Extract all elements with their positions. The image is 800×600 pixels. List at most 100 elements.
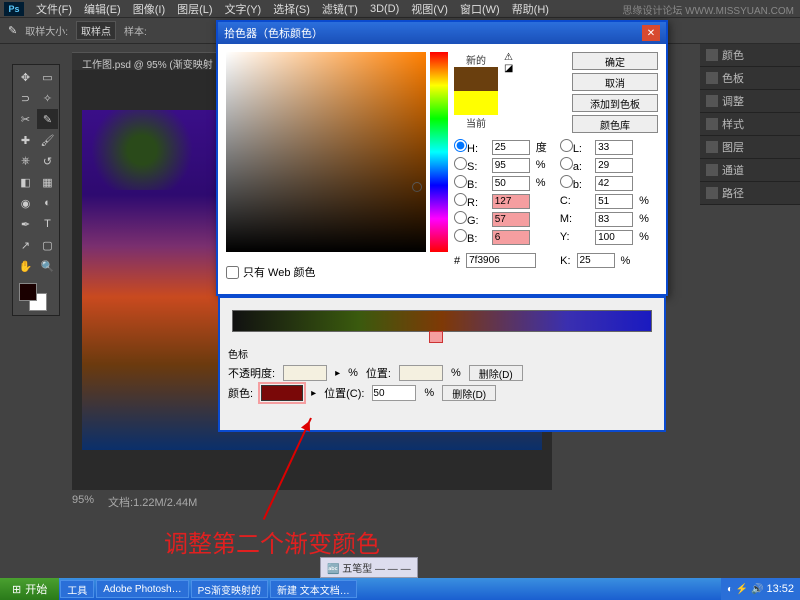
delete-button-1[interactable]: 删除(D)	[469, 365, 523, 381]
hex-input[interactable]	[466, 253, 536, 268]
gradient-bar[interactable]	[232, 310, 652, 332]
a-input[interactable]	[595, 158, 633, 173]
s-input[interactable]	[492, 158, 530, 173]
menu-filter[interactable]: 滤镜(T)	[316, 1, 364, 17]
cancel-button[interactable]: 取消	[572, 73, 658, 91]
start-button[interactable]: ⊞开始	[0, 578, 59, 600]
l-input[interactable]	[595, 140, 633, 155]
move-tool[interactable]: ✥	[15, 67, 36, 87]
wand-tool[interactable]: ✧	[37, 88, 58, 108]
m-input[interactable]	[595, 212, 633, 227]
menu-view[interactable]: 视图(V)	[405, 1, 454, 17]
ime-bar[interactable]: 🔤 五笔型 — — —	[320, 557, 418, 578]
history-tool[interactable]: ↺	[37, 151, 58, 171]
taskbar-item-2[interactable]: PS渐变映射的	[191, 580, 268, 598]
menu-select[interactable]: 选择(S)	[267, 1, 316, 17]
dodge-tool[interactable]: ◐	[37, 193, 58, 213]
current-label: 当前	[454, 115, 498, 130]
r-radio[interactable]: R:	[454, 193, 488, 209]
opacity-label: 不透明度:	[228, 365, 275, 381]
close-icon[interactable]: ✕	[642, 25, 660, 41]
swatches-icon	[706, 72, 718, 84]
eyedropper-icon: ✎	[8, 24, 17, 37]
lasso-tool[interactable]: ⊃	[15, 88, 36, 108]
hand-tool[interactable]: ✋	[15, 256, 36, 276]
eyedropper-tool[interactable]: ✎	[37, 109, 58, 129]
pos-label-2: 位置(C):	[324, 385, 364, 401]
color-preview	[454, 67, 498, 115]
r-input[interactable]	[492, 194, 530, 209]
s-radio[interactable]: S:	[454, 157, 488, 173]
adjust-icon	[706, 95, 718, 107]
heal-tool[interactable]: ✚	[15, 130, 36, 150]
lab-b-radio[interactable]: b:	[560, 175, 591, 191]
new-label: 新的	[454, 52, 498, 67]
panel-channels[interactable]: 通道	[700, 159, 800, 182]
stamp-tool[interactable]: ⎈	[15, 151, 36, 171]
color-values: H:度 L: S:% a: B:% b: R: C:% G: M:% B: Y:…	[454, 139, 658, 245]
g-input[interactable]	[492, 212, 530, 227]
panel-color[interactable]: 颜色	[700, 44, 800, 67]
pos-input-2[interactable]	[372, 385, 416, 401]
color-swatches[interactable]	[15, 279, 58, 313]
gradient-tool[interactable]: ▦	[37, 172, 58, 192]
menu-image[interactable]: 图像(I)	[127, 1, 171, 17]
y-input[interactable]	[595, 230, 633, 245]
panel-adjust[interactable]: 调整	[700, 90, 800, 113]
k-input[interactable]	[577, 253, 615, 268]
gradient-stop-2[interactable]	[429, 331, 443, 343]
panel-styles[interactable]: 样式	[700, 113, 800, 136]
crop-tool[interactable]: ✂	[15, 109, 36, 129]
panel-paths[interactable]: 路径	[700, 182, 800, 205]
menu-help[interactable]: 帮助(H)	[506, 1, 555, 17]
add-swatch-button[interactable]: 添加到色板	[572, 94, 658, 112]
dialog-title: 拾色器（色标颜色）	[224, 25, 323, 41]
ok-button[interactable]: 确定	[572, 52, 658, 70]
bl-input[interactable]	[492, 230, 530, 245]
zoom-tool[interactable]: 🔍	[37, 256, 58, 276]
b-radio[interactable]: B:	[454, 175, 488, 191]
bval-input[interactable]	[492, 176, 530, 191]
eraser-tool[interactable]: ◧	[15, 172, 36, 192]
path-tool[interactable]: ↗	[15, 235, 36, 255]
web-only-checkbox[interactable]: 只有 Web 颜色	[226, 264, 448, 280]
dialog-titlebar[interactable]: 拾色器（色标颜色） ✕	[218, 22, 666, 44]
doc-size: 文档:1.22M/2.44M	[108, 494, 197, 510]
color-field[interactable]	[226, 52, 426, 252]
lab-b-input[interactable]	[595, 176, 633, 191]
pen-tool[interactable]: ✒	[15, 214, 36, 234]
sample-size-combo[interactable]: 取样点	[76, 21, 116, 40]
h-radio[interactable]: H:	[454, 139, 488, 155]
delete-button-2[interactable]: 删除(D)	[442, 385, 496, 401]
type-tool[interactable]: T	[37, 214, 58, 234]
shape-tool[interactable]: ▢	[37, 235, 58, 255]
brush-tool[interactable]: 🖌	[37, 130, 58, 150]
system-tray[interactable]: ◐ ⚡ 🔊 13:52	[721, 578, 800, 600]
taskbar-item-3[interactable]: 新建 文本文档…	[270, 580, 357, 598]
opacity-input[interactable]	[283, 365, 327, 381]
a-radio[interactable]: a:	[560, 157, 591, 173]
l-radio[interactable]: L:	[560, 139, 591, 155]
menu-3d[interactable]: 3D(D)	[364, 3, 405, 15]
watermark: 思缘设计论坛 WWW.MISSYUAN.COM	[622, 2, 794, 17]
hue-slider[interactable]	[430, 52, 448, 252]
bl-radio[interactable]: B:	[454, 229, 488, 245]
marquee-tool[interactable]: ▭	[37, 67, 58, 87]
menu-layer[interactable]: 图层(L)	[171, 1, 218, 17]
color-lib-button[interactable]: 颜色库	[572, 115, 658, 133]
menu-window[interactable]: 窗口(W)	[454, 1, 506, 17]
menu-file[interactable]: 文件(F)	[30, 1, 78, 17]
panel-swatches[interactable]: 色板	[700, 67, 800, 90]
zoom-level[interactable]: 95%	[72, 494, 94, 510]
pos-input-1[interactable]	[399, 365, 443, 381]
h-input[interactable]	[492, 140, 530, 155]
g-radio[interactable]: G:	[454, 211, 488, 227]
blur-tool[interactable]: ◉	[15, 193, 36, 213]
taskbar-item-1[interactable]: Adobe Photosh…	[96, 580, 188, 598]
panel-layers[interactable]: 图层	[700, 136, 800, 159]
menu-edit[interactable]: 编辑(E)	[78, 1, 127, 17]
taskbar-item-0[interactable]: 工具	[60, 580, 94, 598]
menu-type[interactable]: 文字(Y)	[219, 1, 268, 17]
stop-color-swatch[interactable]	[261, 385, 303, 401]
c-input[interactable]	[595, 194, 633, 209]
